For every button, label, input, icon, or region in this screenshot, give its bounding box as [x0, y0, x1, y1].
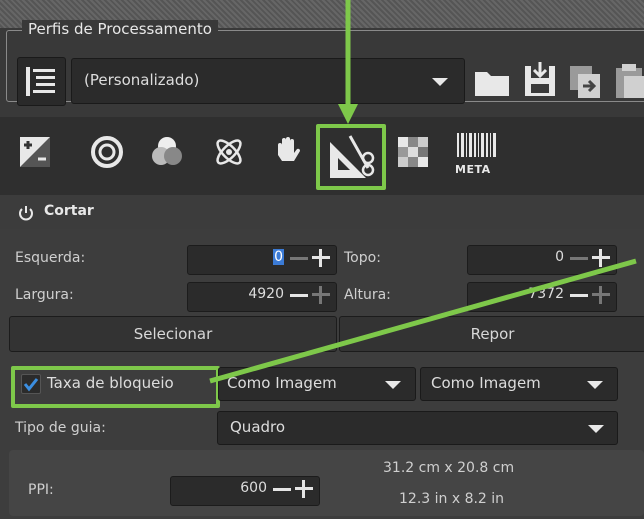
- profiles-title: Perfis de Processamento: [22, 20, 218, 38]
- tab-color[interactable]: [150, 135, 184, 169]
- width-label: Largura:: [15, 287, 74, 303]
- tab-exposure[interactable]: [18, 135, 52, 169]
- ppi-panel: [9, 450, 644, 516]
- barcode-icon: [457, 133, 496, 157]
- copy-icon: [570, 66, 600, 98]
- section-title: Cortar: [44, 203, 94, 219]
- tab-advanced[interactable]: [212, 135, 246, 169]
- paste-profile-button[interactable]: [612, 62, 644, 100]
- size-cm-text: 31.2 cm x 20.8 cm: [383, 460, 515, 476]
- hand-icon: [278, 137, 301, 161]
- guide-select-value: Quadro: [230, 418, 286, 436]
- tab-detail[interactable]: [90, 135, 124, 169]
- tab-transform-highlight[interactable]: [316, 124, 386, 190]
- ppi-decrement-button[interactable]: [273, 488, 291, 491]
- save-icon: [525, 62, 555, 96]
- ppi-value[interactable]: 600: [240, 480, 267, 496]
- lock-ratio-checkbox[interactable]: Taxa de bloqueio: [19, 372, 199, 396]
- tab-metadata[interactable]: META: [455, 133, 499, 176]
- left-label: Esquerda:: [15, 250, 86, 266]
- guide-label: Tipo de guia:: [15, 420, 106, 436]
- atom-icon: [216, 139, 242, 165]
- annotation-arrow-down: [338, 0, 358, 124]
- tab-raw[interactable]: [396, 135, 430, 169]
- annotation-arrow-line: [209, 258, 637, 384]
- profile-select-value: (Personalizado): [84, 71, 200, 89]
- tab-local[interactable]: [270, 135, 304, 169]
- raw-icon: [398, 137, 428, 167]
- ppi-increment-button[interactable]: [295, 480, 313, 498]
- color-icon: [152, 137, 182, 165]
- guide-select[interactable]: Quadro: [217, 411, 618, 445]
- profile-list-button[interactable]: [17, 57, 66, 106]
- lock-ratio-label: Taxa de bloqueio: [47, 374, 174, 392]
- open-folder-button[interactable]: [472, 62, 512, 100]
- ppi-spinbox[interactable]: 600: [170, 476, 320, 506]
- chevron-down-icon: [588, 425, 604, 433]
- ppi-label: PPI:: [28, 482, 54, 498]
- save-profile-button[interactable]: [521, 60, 559, 100]
- crop-tools-icon: [330, 135, 375, 178]
- exposure-icon: [20, 137, 50, 167]
- checkbox-box[interactable]: [21, 374, 41, 394]
- crop-section-header[interactable]: Cortar: [0, 195, 644, 229]
- meta-label: META: [455, 163, 491, 176]
- checkmark-icon: [23, 378, 39, 392]
- chevron-down-icon: [432, 78, 448, 86]
- copy-profile-button[interactable]: [566, 62, 604, 100]
- profile-select[interactable]: (Personalizado): [71, 58, 465, 104]
- paste-icon: [616, 64, 644, 98]
- size-in-text: 12.3 in x 8.2 in: [399, 491, 505, 507]
- power-icon[interactable]: [18, 205, 34, 221]
- list-icon: [26, 67, 55, 96]
- folder-icon: [475, 72, 509, 96]
- detail-icon: [91, 136, 123, 168]
